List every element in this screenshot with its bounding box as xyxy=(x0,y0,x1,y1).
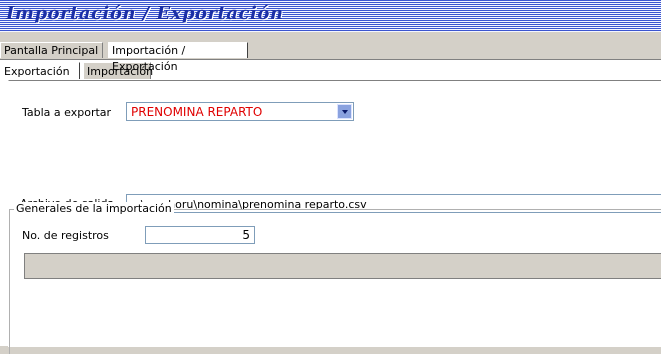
group-title: Generales de la importación xyxy=(14,202,174,215)
table-select[interactable]: PRENOMINA REPARTO xyxy=(126,102,354,121)
tab-exportacion[interactable]: Exportación xyxy=(0,62,80,79)
group-general: Generales de la importación No. de regis… xyxy=(9,202,661,354)
window-title: Importación / Exportación xyxy=(6,3,284,24)
chevron-down-icon[interactable] xyxy=(337,104,352,119)
tab-importacion-exportacion[interactable]: Importación / Exportación xyxy=(108,42,248,73)
records-label: No. de registros xyxy=(22,229,109,242)
table-label: Tabla a exportar xyxy=(22,106,112,119)
progress-bar xyxy=(24,253,661,279)
tab-pantalla-principal[interactable]: Pantalla Principal xyxy=(0,42,103,58)
records-field[interactable]: 5 xyxy=(145,226,255,244)
title-bar: Importación / Exportación xyxy=(0,0,661,32)
main-panel: Exportación Importación Tabla a exportar… xyxy=(0,59,661,354)
main-tab-strip: Pantalla Principal Importación / Exporta… xyxy=(0,42,661,73)
sub-tab-strip: Exportación Importación xyxy=(0,62,661,80)
export-content: Tabla a exportar PRENOMINA REPARTO Archi… xyxy=(8,80,661,354)
table-select-value: PRENOMINA REPARTO xyxy=(131,105,263,119)
